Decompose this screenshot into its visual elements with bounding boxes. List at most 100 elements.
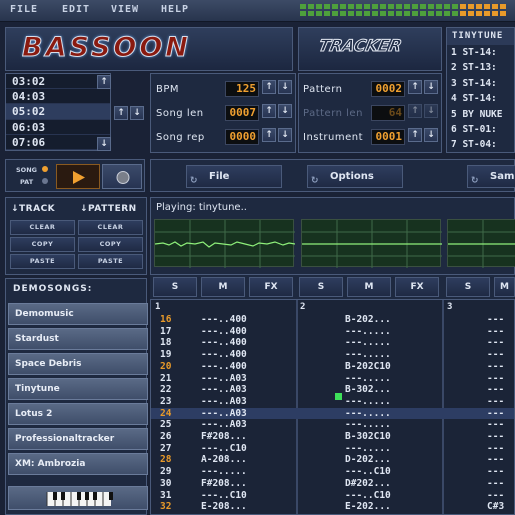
pattern-cell-c3[interactable]: --- — [487, 454, 504, 466]
pattern-editor[interactable]: 1 2 3 16 ---..400 B-202... --- 17 ---..400 ---… — [150, 299, 515, 515]
pattern-clear-button[interactable]: CLEAR — [78, 220, 143, 235]
pattern-cell-n[interactable]: 32 — [160, 501, 171, 513]
pattern-cell-c3[interactable]: --- — [487, 349, 504, 361]
demosong-button[interactable]: Lotus 2 — [8, 403, 148, 425]
track3-solo-button[interactable]: S — [446, 277, 490, 297]
pattern-cell-n[interactable]: 23 — [160, 396, 171, 408]
pattern-cell-c1[interactable]: ---..400 — [201, 349, 247, 361]
pattern-cell-c2[interactable]: B-302... — [345, 384, 391, 396]
position-scroll-up-icon[interactable]: ↑ — [97, 75, 111, 89]
pattern-cell-n[interactable]: 16 — [160, 314, 171, 326]
bpm-up-icon[interactable]: ↑ — [262, 80, 276, 94]
pattern-cell-c3[interactable]: --- — [487, 361, 504, 373]
position-item[interactable]: 06:03 — [6, 120, 110, 135]
song-mode-radio[interactable] — [42, 166, 48, 172]
pattern-cell-c3[interactable]: C#3 — [487, 501, 504, 513]
piano-keyboard-button[interactable] — [8, 486, 148, 510]
pattern-cell-n[interactable]: 30 — [160, 478, 171, 490]
position-item[interactable]: 04:03 — [6, 89, 110, 105]
pattern-paste-button[interactable]: PASTE — [78, 254, 143, 269]
pattern-cell-c2[interactable]: ---..... — [345, 326, 391, 338]
pattern-cell-c2[interactable]: ---..... — [345, 443, 391, 455]
pattern-cell-c1[interactable]: ---..A03 — [201, 408, 247, 420]
track-paste-button[interactable]: PASTE — [10, 254, 75, 269]
pattern-row[interactable]: 21 ---..A03 ---..... --- — [151, 373, 514, 385]
pattern-cell-c1[interactable]: ---..400 — [201, 337, 247, 349]
pattern-cell-c3[interactable]: --- — [487, 419, 504, 431]
demosong-button[interactable]: Space Debris — [8, 353, 148, 375]
track2-solo-button[interactable]: S — [299, 277, 343, 297]
pattern-cell-c1[interactable]: ---..C10 — [201, 490, 247, 502]
pattern-row[interactable]: 30 F#208... D#202... --- — [151, 478, 514, 490]
pattern-cell-c2[interactable]: ---..C10 — [345, 466, 391, 478]
pattern-cell-n[interactable]: 26 — [160, 431, 171, 443]
pattern-row[interactable]: 19 ---..400 ---..... --- — [151, 349, 514, 361]
pattern-row[interactable]: 24 ---..A03 ---..... --- — [151, 407, 514, 420]
pattern-row[interactable]: 23 ---..A03 ---..... --- — [151, 396, 514, 408]
pattern-len-down-icon[interactable]: ↓ — [424, 104, 438, 118]
pattern-row[interactable]: 25 ---..A03 ---..... --- — [151, 419, 514, 431]
track-copy-button[interactable]: COPY — [10, 237, 75, 252]
pattern-mode-radio[interactable] — [42, 178, 48, 184]
position-item[interactable]: 07:06 — [6, 135, 110, 150]
pattern-cell-n[interactable]: 28 — [160, 454, 171, 466]
track3-mute-button[interactable]: M — [494, 277, 515, 297]
pattern-cell-c2[interactable]: B-302C10 — [345, 431, 391, 443]
track1-solo-button[interactable]: S — [153, 277, 197, 297]
pattern-cell-c3[interactable]: --- — [487, 396, 504, 408]
instrument-up-icon[interactable]: ↑ — [408, 128, 422, 142]
pattern-down-icon[interactable]: ↓ — [424, 80, 438, 94]
pattern-cell-c1[interactable]: ---..... — [201, 466, 247, 478]
demosong-button[interactable]: XM: Ambrozia — [8, 453, 148, 475]
position-insert-down-icon[interactable]: ↓ — [130, 106, 144, 120]
song-len-down-icon[interactable]: ↓ — [278, 104, 292, 118]
song-list-item[interactable]: 7 ST-04: — [447, 137, 514, 152]
pattern-cell-n[interactable]: 19 — [160, 349, 171, 361]
pattern-cell-c2[interactable]: ---..... — [345, 419, 391, 431]
track-clear-button[interactable]: CLEAR — [10, 220, 75, 235]
pattern-cell-c3[interactable]: --- — [487, 373, 504, 385]
pattern-cell-n[interactable]: 17 — [160, 326, 171, 338]
pattern-cell-c2[interactable]: D-202... — [345, 454, 391, 466]
pattern-cell-c3[interactable]: --- — [487, 408, 504, 420]
song-list-item[interactable]: 3 ST-14: — [447, 76, 514, 91]
sample-button[interactable]: ↻ Samp — [467, 165, 515, 188]
bpm-down-icon[interactable]: ↓ — [278, 80, 292, 94]
pattern-cell-c2[interactable]: D#202... — [345, 478, 391, 490]
song-list-item[interactable]: 1 ST-14: — [447, 45, 514, 60]
menu-file[interactable]: FILE — [10, 4, 38, 15]
song-rep-down-icon[interactable]: ↓ — [278, 128, 292, 142]
menu-edit[interactable]: EDIT — [62, 4, 90, 15]
track2-fx-button[interactable]: FX — [395, 277, 439, 297]
pattern-cell-c2[interactable]: ---..... — [345, 337, 391, 349]
pattern-cell-c2[interactable]: ---..C10 — [345, 490, 391, 502]
pattern-cell-c2[interactable]: ---..... — [345, 349, 391, 361]
pattern-cell-c1[interactable]: ---..A03 — [201, 384, 247, 396]
pattern-cell-c2[interactable]: ---..... — [345, 408, 391, 420]
pattern-cell-c3[interactable]: --- — [487, 443, 504, 455]
track1-fx-button[interactable]: FX — [249, 277, 293, 297]
pattern-cell-c1[interactable]: F#208... — [201, 431, 247, 443]
pattern-cell-c1[interactable]: ---..A03 — [201, 396, 247, 408]
song-rep-up-icon[interactable]: ↑ — [262, 128, 276, 142]
record-button[interactable] — [102, 164, 142, 189]
pattern-len-up-icon[interactable]: ↑ — [408, 104, 422, 118]
pattern-cell-c2[interactable]: B-202... — [345, 314, 391, 326]
demosong-button[interactable]: Stardust — [8, 328, 148, 350]
pattern-row[interactable]: 17 ---..400 ---..... --- — [151, 326, 514, 338]
pattern-cell-n[interactable]: 24 — [160, 408, 171, 420]
pattern-row[interactable]: 22 ---..A03 B-302... --- — [151, 384, 514, 396]
pattern-row[interactable]: 16 ---..400 B-202... --- — [151, 314, 514, 326]
pattern-row[interactable]: 26 F#208... B-302C10 --- — [151, 431, 514, 443]
instrument-down-icon[interactable]: ↓ — [424, 128, 438, 142]
track1-mute-button[interactable]: M — [201, 277, 245, 297]
pattern-cell-n[interactable]: 25 — [160, 419, 171, 431]
song-len-up-icon[interactable]: ↑ — [262, 104, 276, 118]
pattern-cell-c2[interactable]: E-202... — [345, 501, 391, 513]
pattern-cell-c3[interactable]: --- — [487, 326, 504, 338]
pattern-cell-n[interactable]: 27 — [160, 443, 171, 455]
pattern-cell-c3[interactable]: --- — [487, 490, 504, 502]
play-button[interactable] — [56, 164, 100, 189]
menu-view[interactable]: VIEW — [111, 4, 139, 15]
position-item[interactable]: 03:02 — [6, 74, 110, 90]
